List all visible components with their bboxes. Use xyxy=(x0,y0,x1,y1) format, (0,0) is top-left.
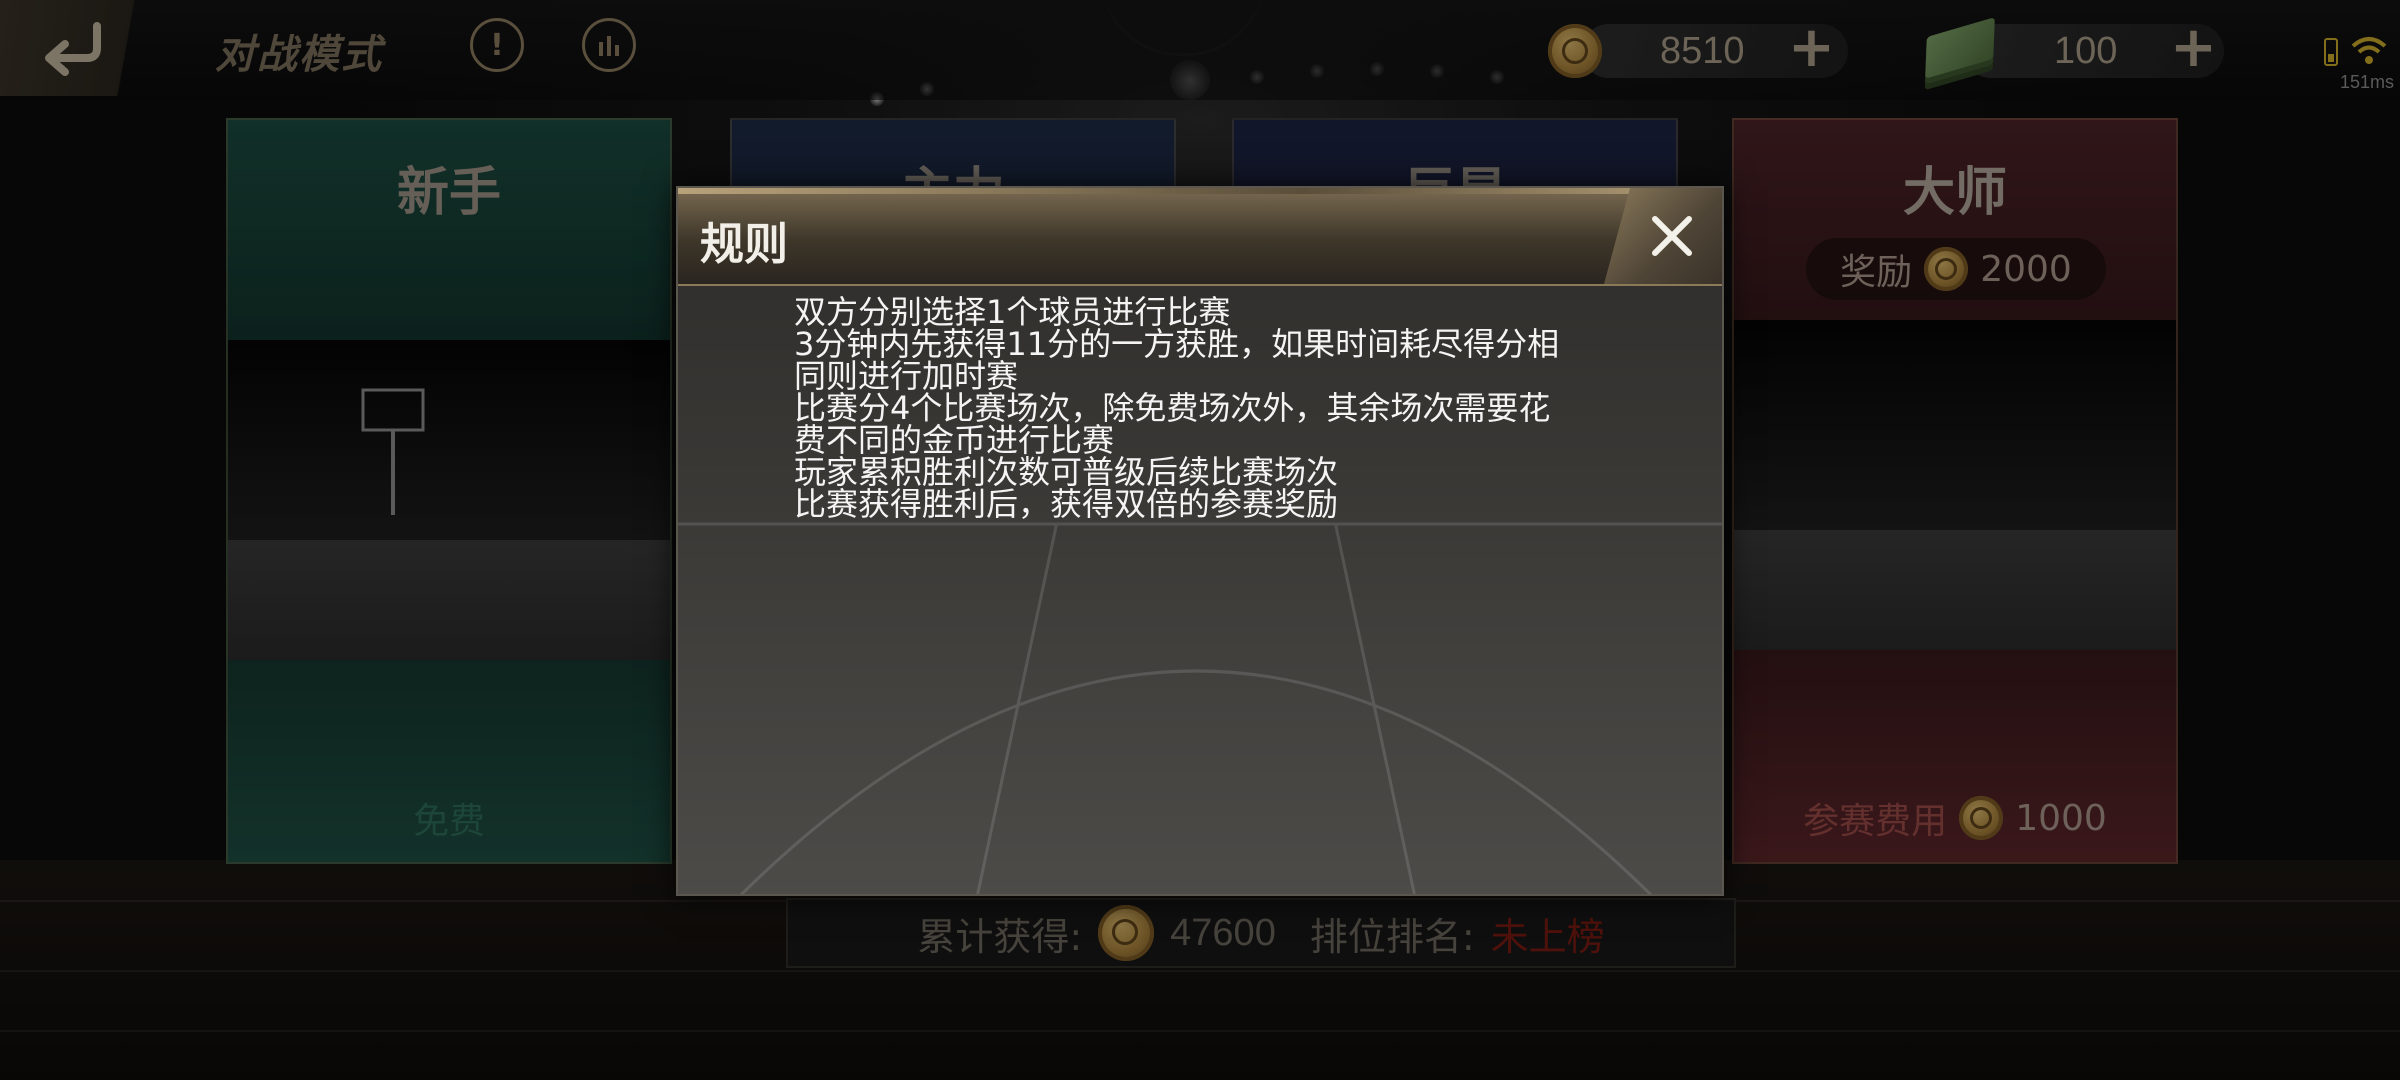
rule-line: 同则进行加时赛 xyxy=(794,357,1019,395)
dialog-header: 规则 xyxy=(678,188,1722,286)
battle-mode-screen: 对战模式 ! 8510 + 100 + 151ms 新手 免费 大师 奖励 20… xyxy=(0,0,2400,1080)
rules-list: 双方分别选择1个球员进行比赛 3分钟内先获得11分的一方获胜，如果时间耗尽得分相… xyxy=(794,296,1654,520)
rule-line: 比赛获得胜利后，获得双倍的参赛奖励 xyxy=(794,485,1339,523)
close-button[interactable] xyxy=(1604,188,1722,284)
rule-line: 费不同的金币进行比赛 xyxy=(794,421,1115,459)
rule-line: 比赛分4个比赛场次，除免费场次外，其余场次需要花 xyxy=(794,389,1551,427)
dialog-title: 规则 xyxy=(700,219,788,270)
rule-line: 玩家累积胜利次数可普级后续比赛场次 xyxy=(794,453,1339,491)
rule-line: 3分钟内先获得11分的一方获胜，如果时间耗尽得分相 xyxy=(794,325,1560,363)
close-icon xyxy=(1652,216,1692,256)
rules-dialog: 规则 双方分别选择1个球员进行比赛 3分钟内先获得11分的一方获胜，如果时间耗尽… xyxy=(676,186,1724,896)
rule-line: 双方分别选择1个球员进行比赛 xyxy=(794,293,1231,331)
